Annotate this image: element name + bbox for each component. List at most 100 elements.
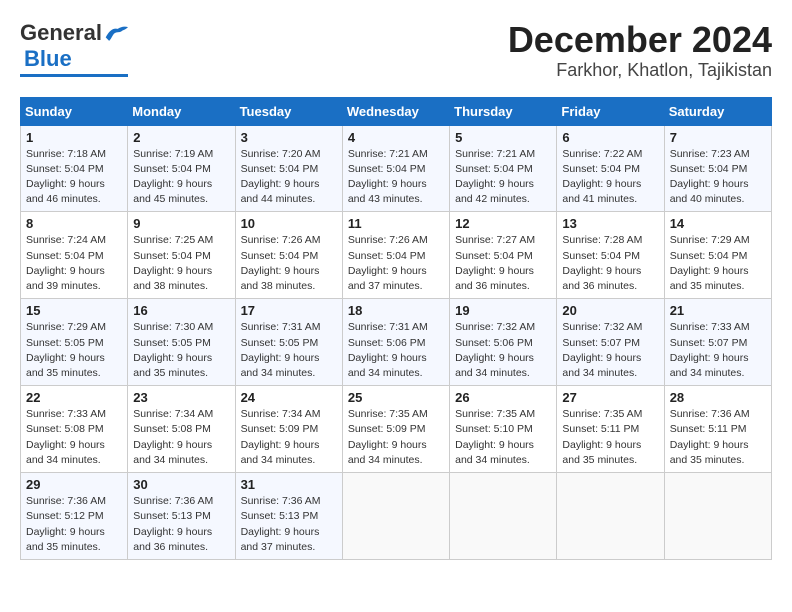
day-number: 10 xyxy=(241,216,337,231)
calendar-day-cell: 17 Sunrise: 7:31 AMSunset: 5:05 PMDayligh… xyxy=(235,299,342,386)
calendar-day-cell xyxy=(342,473,449,560)
day-number: 28 xyxy=(670,390,766,405)
day-number: 20 xyxy=(562,303,658,318)
day-info: Sunrise: 7:30 AMSunset: 5:05 PMDaylight:… xyxy=(133,320,229,381)
calendar-week-row: 8 Sunrise: 7:24 AMSunset: 5:04 PMDaylight… xyxy=(21,212,772,299)
day-info: Sunrise: 7:31 AMSunset: 5:05 PMDaylight:… xyxy=(241,320,337,381)
day-number: 6 xyxy=(562,130,658,145)
calendar-day-cell xyxy=(450,473,557,560)
title-block: December 2024 Farkhor, Khatlon, Tajikist… xyxy=(508,20,772,81)
logo-bird-icon xyxy=(104,25,128,43)
calendar-day-cell: 8 Sunrise: 7:24 AMSunset: 5:04 PMDaylight… xyxy=(21,212,128,299)
calendar-day-cell: 9 Sunrise: 7:25 AMSunset: 5:04 PMDaylight… xyxy=(128,212,235,299)
calendar-day-cell: 12Sunrise: 7:27 AMSunset: 5:04 PMDayligh… xyxy=(450,212,557,299)
day-info: Sunrise: 7:32 AMSunset: 5:07 PMDaylight:… xyxy=(562,320,658,381)
calendar-day-cell: 23Sunrise: 7:34 AMSunset: 5:08 PMDayligh… xyxy=(128,386,235,473)
calendar-day-cell: 24 Sunrise: 7:34 AMSunset: 5:09 PMDayligh… xyxy=(235,386,342,473)
day-info: Sunrise: 7:23 AMSunset: 5:04 PMDaylight:… xyxy=(670,147,766,208)
weekday-header-cell: Tuesday xyxy=(235,97,342,125)
calendar-day-cell: 18 Sunrise: 7:31 AMSunset: 5:06 PMDayligh… xyxy=(342,299,449,386)
day-info: Sunrise: 7:36 AMSunset: 5:11 PMDaylight:… xyxy=(670,407,766,468)
weekday-header-row: SundayMondayTuesdayWednesdayThursdayFrid… xyxy=(21,97,772,125)
day-number: 9 xyxy=(133,216,229,231)
calendar-day-cell: 27 Sunrise: 7:35 AMSunset: 5:11 PMDayligh… xyxy=(557,386,664,473)
weekday-header-cell: Friday xyxy=(557,97,664,125)
day-number: 13 xyxy=(562,216,658,231)
day-info: Sunrise: 7:36 AMSunset: 5:13 PMDaylight:… xyxy=(241,494,337,555)
calendar-day-cell: 14Sunrise: 7:29 AMSunset: 5:04 PMDayligh… xyxy=(664,212,771,299)
day-info: Sunrise: 7:35 AMSunset: 5:11 PMDaylight:… xyxy=(562,407,658,468)
calendar-day-cell: 3Sunrise: 7:20 AMSunset: 5:04 PMDaylight… xyxy=(235,125,342,212)
day-info: Sunrise: 7:36 AMSunset: 5:13 PMDaylight:… xyxy=(133,494,229,555)
day-info: Sunrise: 7:21 AMSunset: 5:04 PMDaylight:… xyxy=(348,147,444,208)
day-info: Sunrise: 7:19 AMSunset: 5:04 PMDaylight:… xyxy=(133,147,229,208)
weekday-header-cell: Saturday xyxy=(664,97,771,125)
day-number: 26 xyxy=(455,390,551,405)
day-number: 19 xyxy=(455,303,551,318)
weekday-header-cell: Wednesday xyxy=(342,97,449,125)
day-info: Sunrise: 7:22 AMSunset: 5:04 PMDaylight:… xyxy=(562,147,658,208)
calendar-day-cell: 2 Sunrise: 7:19 AMSunset: 5:04 PMDaylight… xyxy=(128,125,235,212)
day-number: 1 xyxy=(26,130,122,145)
day-number: 21 xyxy=(670,303,766,318)
calendar-day-cell: 20 Sunrise: 7:32 AMSunset: 5:07 PMDayligh… xyxy=(557,299,664,386)
calendar-day-cell: 21 Sunrise: 7:33 AMSunset: 5:07 PMDayligh… xyxy=(664,299,771,386)
day-number: 24 xyxy=(241,390,337,405)
day-number: 4 xyxy=(348,130,444,145)
calendar-day-cell: 1 Sunrise: 7:18 AMSunset: 5:04 PMDaylight… xyxy=(21,125,128,212)
day-number: 8 xyxy=(26,216,122,231)
logo-blue: Blue xyxy=(24,46,72,72)
day-number: 11 xyxy=(348,216,444,231)
calendar-day-cell: 10Sunrise: 7:26 AMSunset: 5:04 PMDayligh… xyxy=(235,212,342,299)
calendar-week-row: 29 Sunrise: 7:36 AMSunset: 5:12 PMDayligh… xyxy=(21,473,772,560)
day-info: Sunrise: 7:27 AMSunset: 5:04 PMDaylight:… xyxy=(455,233,551,294)
month-title: December 2024 xyxy=(508,20,772,60)
calendar-day-cell: 11 Sunrise: 7:26 AMSunset: 5:04 PMDayligh… xyxy=(342,212,449,299)
day-number: 15 xyxy=(26,303,122,318)
calendar-day-cell: 31 Sunrise: 7:36 AMSunset: 5:13 PMDayligh… xyxy=(235,473,342,560)
day-number: 2 xyxy=(133,130,229,145)
calendar-week-row: 22 Sunrise: 7:33 AMSunset: 5:08 PMDayligh… xyxy=(21,386,772,473)
calendar-day-cell: 5Sunrise: 7:21 AMSunset: 5:04 PMDaylight… xyxy=(450,125,557,212)
day-number: 17 xyxy=(241,303,337,318)
day-number: 27 xyxy=(562,390,658,405)
day-info: Sunrise: 7:29 AMSunset: 5:05 PMDaylight:… xyxy=(26,320,122,381)
calendar-day-cell: 29 Sunrise: 7:36 AMSunset: 5:12 PMDayligh… xyxy=(21,473,128,560)
day-number: 30 xyxy=(133,477,229,492)
day-info: Sunrise: 7:34 AMSunset: 5:09 PMDaylight:… xyxy=(241,407,337,468)
calendar-day-cell: 15 Sunrise: 7:29 AMSunset: 5:05 PMDayligh… xyxy=(21,299,128,386)
day-info: Sunrise: 7:33 AMSunset: 5:08 PMDaylight:… xyxy=(26,407,122,468)
calendar-day-cell: 25Sunrise: 7:35 AMSunset: 5:09 PMDayligh… xyxy=(342,386,449,473)
day-number: 25 xyxy=(348,390,444,405)
calendar-day-cell: 30 Sunrise: 7:36 AMSunset: 5:13 PMDayligh… xyxy=(128,473,235,560)
day-info: Sunrise: 7:32 AMSunset: 5:06 PMDaylight:… xyxy=(455,320,551,381)
calendar-week-row: 1 Sunrise: 7:18 AMSunset: 5:04 PMDaylight… xyxy=(21,125,772,212)
calendar-day-cell: 26Sunrise: 7:35 AMSunset: 5:10 PMDayligh… xyxy=(450,386,557,473)
day-info: Sunrise: 7:20 AMSunset: 5:04 PMDaylight:… xyxy=(241,147,337,208)
calendar-day-cell: 13Sunrise: 7:28 AMSunset: 5:04 PMDayligh… xyxy=(557,212,664,299)
day-number: 29 xyxy=(26,477,122,492)
calendar-week-row: 15 Sunrise: 7:29 AMSunset: 5:05 PMDayligh… xyxy=(21,299,772,386)
calendar-day-cell xyxy=(557,473,664,560)
day-number: 18 xyxy=(348,303,444,318)
day-number: 23 xyxy=(133,390,229,405)
calendar-day-cell: 16 Sunrise: 7:30 AMSunset: 5:05 PMDayligh… xyxy=(128,299,235,386)
day-info: Sunrise: 7:33 AMSunset: 5:07 PMDaylight:… xyxy=(670,320,766,381)
weekday-header-cell: Sunday xyxy=(21,97,128,125)
day-info: Sunrise: 7:25 AMSunset: 5:04 PMDaylight:… xyxy=(133,233,229,294)
day-info: Sunrise: 7:31 AMSunset: 5:06 PMDaylight:… xyxy=(348,320,444,381)
day-number: 22 xyxy=(26,390,122,405)
calendar-table: SundayMondayTuesdayWednesdayThursdayFrid… xyxy=(20,97,772,560)
day-number: 7 xyxy=(670,130,766,145)
calendar-day-cell: 22 Sunrise: 7:33 AMSunset: 5:08 PMDayligh… xyxy=(21,386,128,473)
weekday-header-cell: Monday xyxy=(128,97,235,125)
day-info: Sunrise: 7:24 AMSunset: 5:04 PMDaylight:… xyxy=(26,233,122,294)
day-number: 31 xyxy=(241,477,337,492)
day-info: Sunrise: 7:26 AMSunset: 5:04 PMDaylight:… xyxy=(348,233,444,294)
calendar-day-cell: 19 Sunrise: 7:32 AMSunset: 5:06 PMDayligh… xyxy=(450,299,557,386)
day-info: Sunrise: 7:36 AMSunset: 5:12 PMDaylight:… xyxy=(26,494,122,555)
day-number: 16 xyxy=(133,303,229,318)
day-info: Sunrise: 7:18 AMSunset: 5:04 PMDaylight:… xyxy=(26,147,122,208)
day-info: Sunrise: 7:21 AMSunset: 5:04 PMDaylight:… xyxy=(455,147,551,208)
page-header: General Blue December 2024 Farkhor, Khat… xyxy=(20,20,772,81)
